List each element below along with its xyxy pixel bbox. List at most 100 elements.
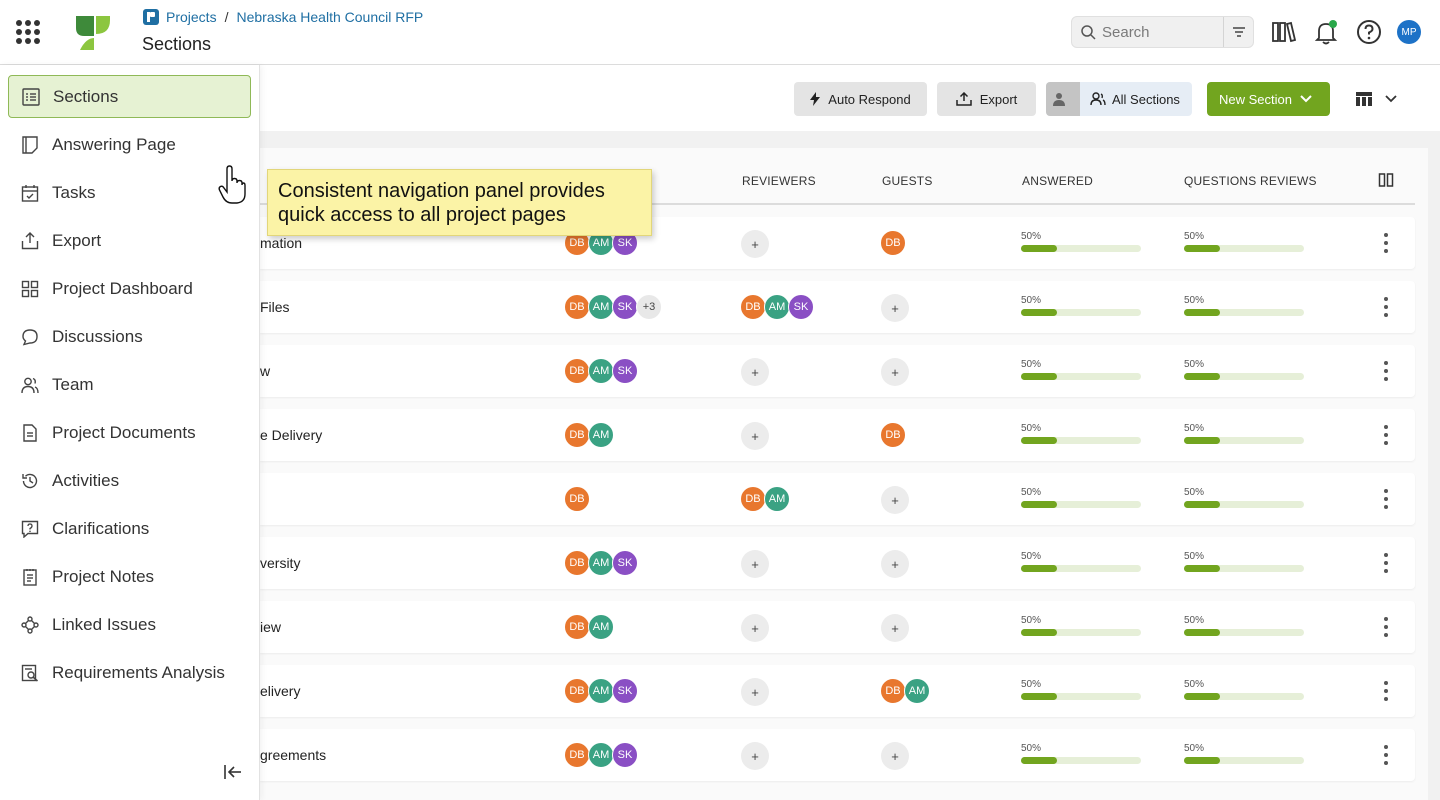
search-input[interactable] bbox=[1102, 23, 1220, 41]
avatar[interactable]: AM bbox=[588, 422, 614, 448]
more-options-icon[interactable] bbox=[1380, 361, 1392, 381]
header-guests[interactable]: GUESTS bbox=[882, 174, 933, 188]
more-options-icon[interactable] bbox=[1380, 617, 1392, 637]
avatar[interactable]: DB bbox=[880, 230, 906, 256]
breadcrumb-projects-link[interactable]: Projects bbox=[166, 9, 217, 25]
avatar-group[interactable]: DB AM SK +3 bbox=[564, 294, 662, 320]
all-sections-filter[interactable]: All Sections bbox=[1046, 82, 1192, 116]
avatar-group[interactable]: DB AM SK bbox=[564, 742, 638, 768]
avatar[interactable]: AM bbox=[588, 358, 614, 384]
filter-button[interactable] bbox=[1223, 17, 1253, 47]
sidebar-item-discussions[interactable]: Discussions bbox=[8, 315, 251, 358]
avatar[interactable]: DB bbox=[564, 294, 590, 320]
add-person-button[interactable]: + bbox=[741, 230, 769, 258]
section-name[interactable]: Files bbox=[260, 281, 290, 333]
add-person-button[interactable]: + bbox=[881, 550, 909, 578]
section-name[interactable]: e Delivery bbox=[260, 409, 322, 461]
avatar-group[interactable]: DB AM SK bbox=[564, 550, 638, 576]
header-questions-reviews[interactable]: QUESTIONS REVIEWS bbox=[1184, 174, 1317, 188]
section-name[interactable]: iew bbox=[260, 601, 281, 653]
avatar-group[interactable]: DB AM SK bbox=[564, 678, 638, 704]
avatar[interactable]: DB bbox=[564, 614, 590, 640]
avatar[interactable]: SK bbox=[788, 294, 814, 320]
section-name[interactable]: w bbox=[260, 345, 270, 397]
sidebar-item-tasks[interactable]: Tasks bbox=[8, 171, 251, 214]
sidebar-item-export[interactable]: Export bbox=[8, 219, 251, 262]
avatar[interactable]: DB bbox=[564, 678, 590, 704]
chevron-down-icon[interactable] bbox=[1300, 95, 1312, 103]
avatar-group[interactable]: DB bbox=[880, 230, 906, 256]
add-person-button[interactable]: + bbox=[881, 294, 909, 322]
help-icon[interactable] bbox=[1355, 18, 1383, 46]
export-button[interactable]: Export bbox=[937, 82, 1036, 116]
notification-bell-icon[interactable] bbox=[1312, 18, 1340, 46]
header-reviewers[interactable]: REVIEWERS bbox=[742, 174, 816, 188]
sidebar-item-sections[interactable]: Sections bbox=[8, 75, 251, 118]
avatar[interactable]: SK bbox=[612, 678, 638, 704]
section-name[interactable]: elivery bbox=[260, 665, 300, 717]
library-icon[interactable] bbox=[1270, 18, 1298, 46]
sidebar-item-activities[interactable]: Activities bbox=[8, 459, 251, 502]
user-avatar[interactable]: MP bbox=[1397, 20, 1421, 44]
section-name[interactable]: greements bbox=[260, 729, 326, 781]
avatar[interactable]: AM bbox=[904, 678, 930, 704]
auto-respond-button[interactable]: Auto Respond bbox=[794, 82, 927, 116]
avatar[interactable]: DB bbox=[564, 358, 590, 384]
sidebar-item-project-documents[interactable]: Project Documents bbox=[8, 411, 251, 454]
header-answered[interactable]: ANSWERED bbox=[1022, 174, 1093, 188]
avatar[interactable]: SK bbox=[612, 742, 638, 768]
avatar[interactable]: AM bbox=[588, 550, 614, 576]
sidebar-item-clarifications[interactable]: Clarifications bbox=[8, 507, 251, 550]
add-person-button[interactable]: + bbox=[741, 550, 769, 578]
more-options-icon[interactable] bbox=[1380, 233, 1392, 253]
avatar[interactable]: SK bbox=[612, 294, 638, 320]
avatar[interactable]: AM bbox=[588, 742, 614, 768]
breadcrumb-project-link[interactable]: Nebraska Health Council RFP bbox=[236, 9, 423, 25]
table-row[interactable]: Files DB AM SK +3 DB AM SK +50% 50% bbox=[260, 281, 1415, 333]
add-person-button[interactable]: + bbox=[741, 742, 769, 770]
sidebar-item-linked-issues[interactable]: Linked Issues bbox=[8, 603, 251, 646]
more-avatars-badge[interactable]: +3 bbox=[636, 294, 662, 320]
avatar[interactable]: DB bbox=[564, 742, 590, 768]
add-person-button[interactable]: + bbox=[741, 678, 769, 706]
add-person-button[interactable]: + bbox=[881, 614, 909, 642]
avatar-group[interactable]: DB bbox=[880, 422, 906, 448]
table-row[interactable]: greements DB AM SK + +50% 50% bbox=[260, 729, 1415, 781]
collapse-sidebar-icon[interactable] bbox=[222, 761, 244, 783]
avatar[interactable]: DB bbox=[880, 422, 906, 448]
apps-grid-icon[interactable] bbox=[16, 20, 40, 44]
table-row[interactable]: versity DB AM SK + +50% 50% bbox=[260, 537, 1415, 589]
avatar-group[interactable]: DB AM SK bbox=[564, 358, 638, 384]
sidebar-item-answering-page[interactable]: Answering Page bbox=[8, 123, 251, 166]
new-section-button[interactable]: New Section bbox=[1207, 82, 1330, 116]
add-person-button[interactable]: + bbox=[881, 742, 909, 770]
sidebar-item-requirements-analysis[interactable]: Requirements Analysis bbox=[8, 651, 251, 694]
avatar[interactable]: DB bbox=[740, 486, 766, 512]
sidebar-item-project-notes[interactable]: Project Notes bbox=[8, 555, 251, 598]
avatar[interactable]: DB bbox=[880, 678, 906, 704]
add-person-button[interactable]: + bbox=[741, 358, 769, 386]
section-name[interactable]: versity bbox=[260, 537, 300, 589]
sidebar-item-team[interactable]: Team bbox=[8, 363, 251, 406]
view-toggle[interactable] bbox=[1346, 82, 1406, 116]
sidebar-item-project-dashboard[interactable]: Project Dashboard bbox=[8, 267, 251, 310]
avatar[interactable]: AM bbox=[764, 294, 790, 320]
avatar[interactable]: DB bbox=[564, 422, 590, 448]
person-toggle[interactable] bbox=[1046, 82, 1080, 116]
avatar[interactable]: AM bbox=[588, 678, 614, 704]
more-options-icon[interactable] bbox=[1380, 489, 1392, 509]
avatar[interactable]: DB bbox=[740, 294, 766, 320]
table-row[interactable]: elivery DB AM SK + DB AM 50% 50% bbox=[260, 665, 1415, 717]
avatar[interactable]: SK bbox=[612, 550, 638, 576]
avatar-group[interactable]: DB AM SK bbox=[740, 294, 814, 320]
avatar-group[interactable]: DB AM bbox=[880, 678, 930, 704]
table-row[interactable]: e Delivery DB AM + DB 50% 50% bbox=[260, 409, 1415, 461]
company-logo-icon[interactable] bbox=[74, 14, 112, 52]
more-options-icon[interactable] bbox=[1380, 745, 1392, 765]
more-options-icon[interactable] bbox=[1380, 681, 1392, 701]
avatar[interactable]: DB bbox=[564, 486, 590, 512]
avatar[interactable]: SK bbox=[612, 358, 638, 384]
avatar[interactable]: DB bbox=[564, 550, 590, 576]
avatar-group[interactable]: DB AM bbox=[564, 614, 614, 640]
avatar[interactable]: AM bbox=[764, 486, 790, 512]
